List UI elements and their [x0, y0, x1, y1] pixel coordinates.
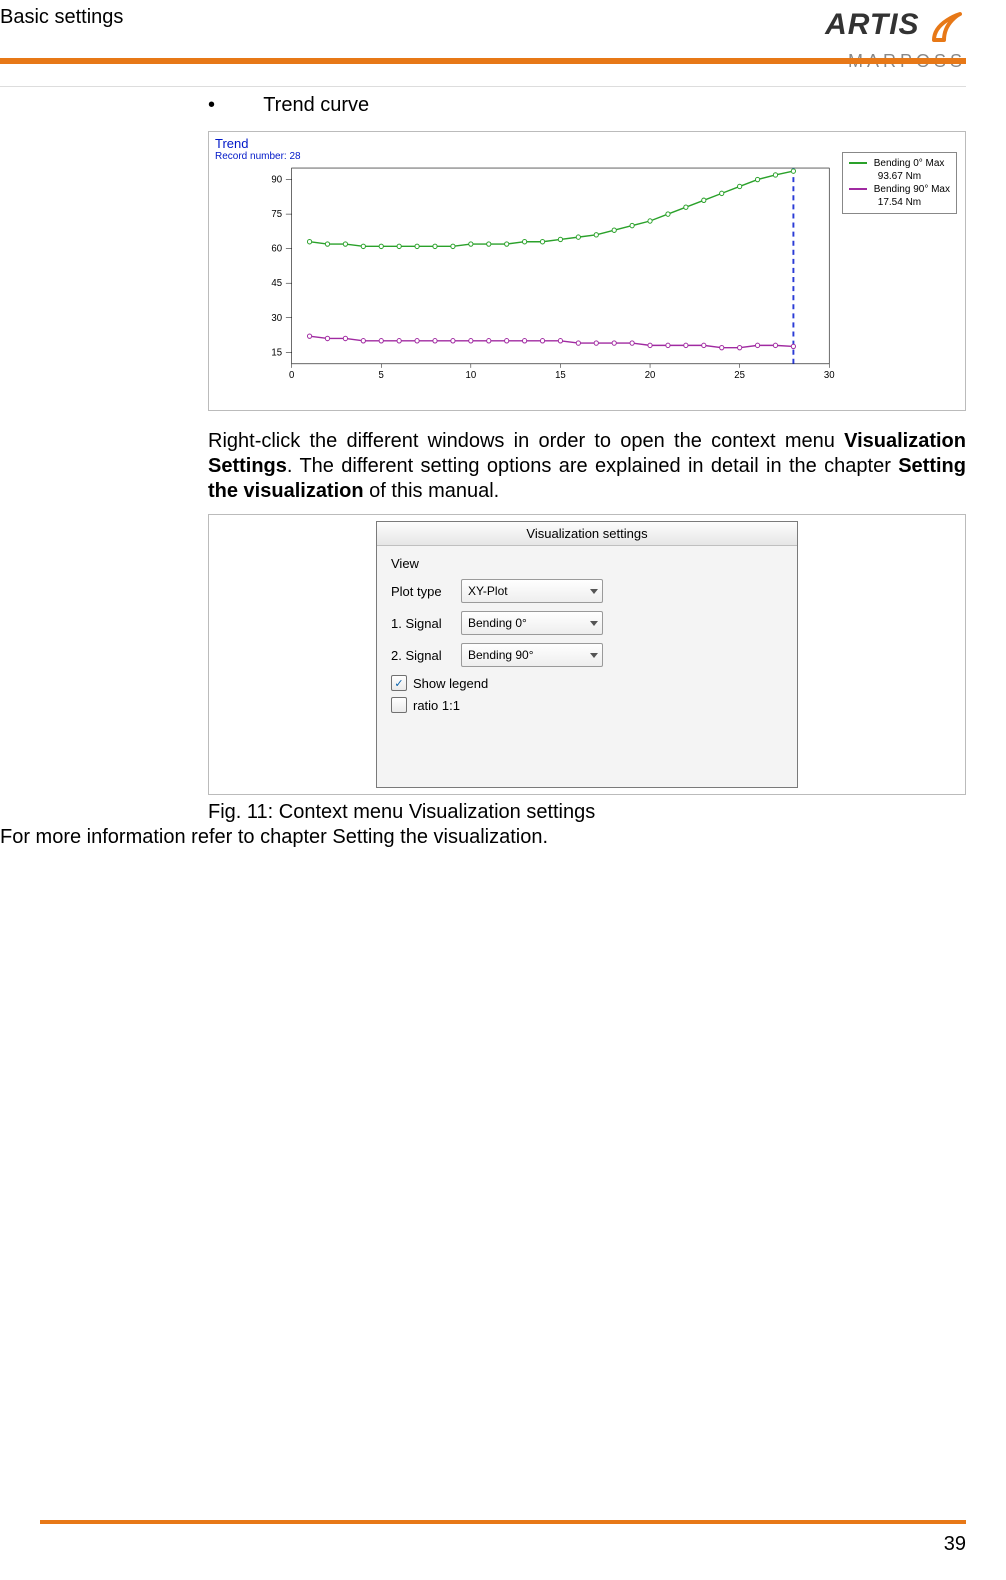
visualization-settings-dialog: Visualization settings View Plot type XY… [376, 521, 798, 788]
chart-title: Trend [215, 136, 959, 151]
combo-signal-1-value: Bending 0° [468, 616, 527, 630]
svg-text:5: 5 [379, 370, 385, 381]
dialog-screenshot: Visualization settings View Plot type XY… [208, 514, 966, 795]
bullet-text: Trend curve [263, 94, 369, 116]
chevron-down-icon [590, 589, 598, 594]
dialog-titlebar: Visualization settings [377, 522, 797, 546]
legend-entry-1: Bending 90° Max 17.54 Nm [849, 183, 950, 209]
combo-signal-2[interactable]: Bending 90° [461, 643, 603, 667]
label-signal-2: 2. Signal [391, 648, 461, 663]
para-frag-1: Right-click the different windows in ord… [208, 430, 844, 452]
legend-swatch-0 [849, 162, 867, 164]
figure-caption: Fig. 11: Context menu Visualization sett… [208, 801, 966, 824]
section-header: Basic settings [0, 6, 123, 29]
svg-text:0: 0 [289, 370, 295, 381]
label-show-legend: Show legend [413, 676, 488, 691]
row-ratio: ratio 1:1 [391, 697, 783, 713]
bullet-trend-curve: • Trend curve [208, 94, 966, 117]
para-frag-3: of this manual. [364, 480, 500, 502]
page-number: 39 [944, 1533, 966, 1556]
svg-text:30: 30 [824, 370, 835, 381]
svg-text:60: 60 [271, 243, 282, 254]
label-signal-1: 1. Signal [391, 616, 461, 631]
trend-chart: Trend Record number: 28 1530456075900510… [208, 131, 966, 411]
more-info-line: For more information refer to chapter Se… [0, 826, 548, 849]
combo-signal-1[interactable]: Bending 0° [461, 611, 603, 635]
legend-entry-0: Bending 0° Max 93.67 Nm [849, 157, 950, 183]
para-frag-2: . The different setting options are expl… [287, 455, 898, 477]
dialog-group-view: View [391, 556, 783, 571]
svg-text:15: 15 [271, 347, 282, 358]
legend-swatch-1 [849, 188, 867, 190]
svg-text:10: 10 [466, 370, 477, 381]
header-rule [0, 58, 966, 64]
legend-value-0: 93.67 Nm [849, 170, 950, 183]
svg-text:30: 30 [271, 313, 282, 324]
logo-artis-text: ARTIS [825, 8, 919, 41]
chart-legend: Bending 0° Max 93.67 Nm Bending 90° Max … [842, 152, 957, 214]
legend-value-1: 17.54 Nm [849, 196, 950, 209]
chart-plot-area: 15 30 45 60 75 90 0 5 10 15 20 25 30 [259, 164, 835, 386]
legend-name-0: Bending 0° Max [874, 158, 945, 169]
combo-plot-type[interactable]: XY-Plot [461, 579, 603, 603]
checkbox-show-legend[interactable]: ✓ [391, 675, 407, 691]
header-subrule [0, 86, 966, 87]
row-show-legend: ✓ Show legend [391, 675, 783, 691]
legend-name-1: Bending 90° Max [874, 184, 950, 195]
row-plot-type: Plot type XY-Plot [391, 579, 783, 603]
svg-text:20: 20 [645, 370, 656, 381]
row-signal-2: 2. Signal Bending 90° [391, 643, 783, 667]
svg-text:15: 15 [555, 370, 566, 381]
svg-text:25: 25 [734, 370, 745, 381]
checkbox-ratio[interactable] [391, 697, 407, 713]
logo-swoosh-icon [930, 10, 966, 49]
combo-plot-type-value: XY-Plot [468, 584, 508, 598]
svg-text:90: 90 [271, 174, 282, 185]
footer-rule [40, 1520, 966, 1524]
bullet-marker: • [208, 94, 258, 117]
chevron-down-icon [590, 653, 598, 658]
row-signal-1: 1. Signal Bending 0° [391, 611, 783, 635]
label-ratio: ratio 1:1 [413, 698, 460, 713]
label-plot-type: Plot type [391, 584, 461, 599]
svg-text:75: 75 [271, 209, 282, 220]
chevron-down-icon [590, 621, 598, 626]
instruction-paragraph: Right-click the different windows in ord… [208, 429, 966, 504]
combo-signal-2-value: Bending 90° [468, 648, 534, 662]
svg-text:45: 45 [271, 278, 282, 289]
